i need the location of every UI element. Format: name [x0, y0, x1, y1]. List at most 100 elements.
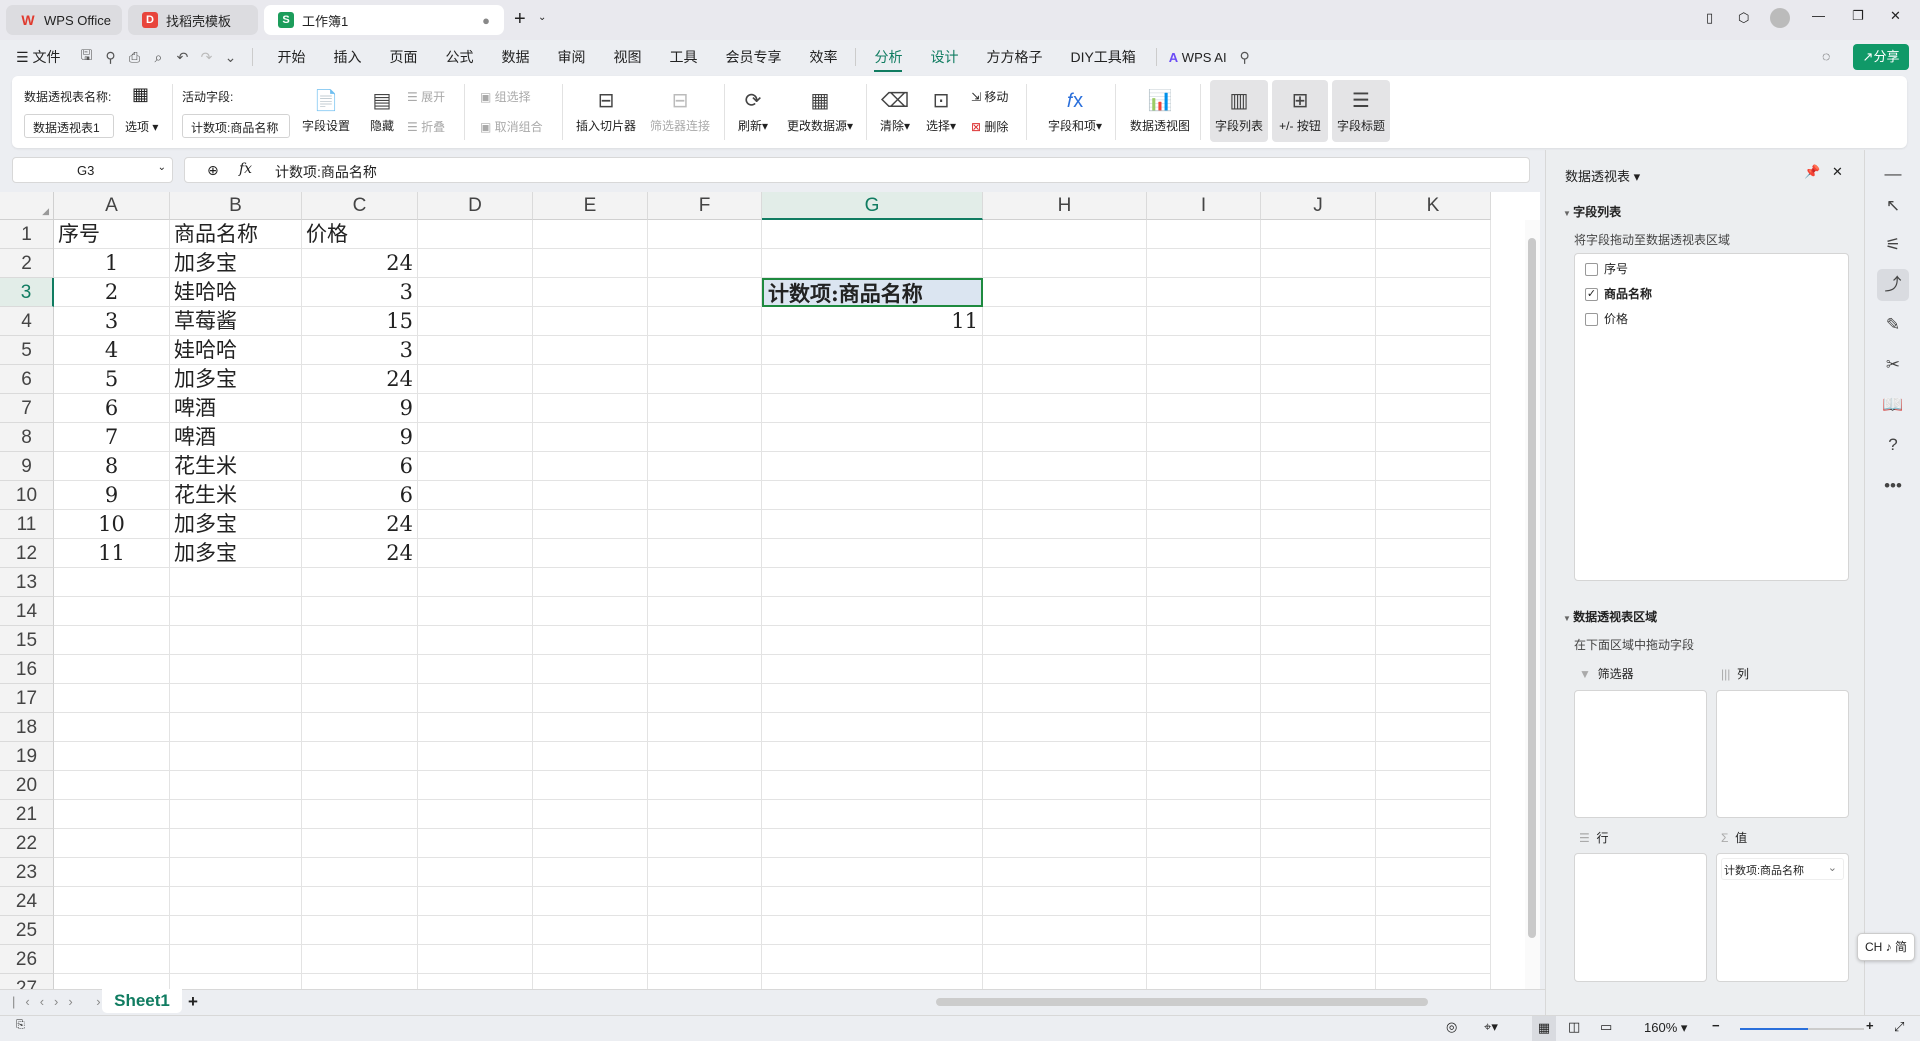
cell[interactable] — [1261, 336, 1376, 365]
cell[interactable] — [1261, 684, 1376, 713]
cell[interactable] — [1376, 771, 1491, 800]
cell[interactable] — [418, 539, 533, 568]
cell[interactable] — [762, 452, 983, 481]
cell[interactable] — [983, 887, 1147, 916]
row-header[interactable]: 25 — [0, 916, 54, 945]
cell[interactable] — [302, 713, 418, 742]
cell[interactable] — [1376, 539, 1491, 568]
cell[interactable] — [648, 626, 762, 655]
row-header[interactable]: 21 — [0, 800, 54, 829]
cell[interactable] — [648, 887, 762, 916]
cell[interactable] — [1261, 974, 1376, 989]
close-icon[interactable]: ✕ — [1832, 164, 1843, 180]
normal-view-icon[interactable]: ▦ — [1532, 1016, 1556, 1041]
cell[interactable] — [648, 684, 762, 713]
cell[interactable] — [648, 829, 762, 858]
cell[interactable] — [1376, 568, 1491, 597]
formula-input[interactable]: ⊕ fx 计数项:商品名称 — [184, 157, 1530, 183]
column-header-b[interactable]: B — [170, 192, 302, 220]
cell[interactable] — [648, 597, 762, 626]
cell[interactable] — [1147, 423, 1261, 452]
cell[interactable] — [54, 771, 170, 800]
cell[interactable] — [762, 481, 983, 510]
cell[interactable] — [1261, 945, 1376, 974]
cell[interactable] — [983, 713, 1147, 742]
cell[interactable] — [1147, 916, 1261, 945]
field-headers-button[interactable]: ☰ 字段标题 — [1332, 80, 1390, 142]
move-button[interactable]: ⇲ 移动 — [971, 88, 1008, 105]
delete-button[interactable]: ⊠ 删除 — [971, 118, 1008, 135]
cell[interactable] — [302, 829, 418, 858]
cell[interactable] — [648, 423, 762, 452]
cell[interactable] — [762, 423, 983, 452]
row-header[interactable]: 27 — [0, 974, 54, 989]
cell[interactable] — [1261, 220, 1376, 249]
cell[interactable] — [1376, 249, 1491, 278]
cell[interactable] — [1147, 655, 1261, 684]
cell[interactable] — [1147, 626, 1261, 655]
close-icon[interactable]: ✕ — [1890, 8, 1901, 24]
zoom-out-icon[interactable]: − — [1712, 1018, 1720, 1033]
cell[interactable] — [1261, 423, 1376, 452]
cell[interactable]: 娃哈哈 — [170, 278, 302, 307]
cell[interactable] — [533, 452, 648, 481]
chevron-down-icon[interactable]: ⌄ — [158, 162, 166, 173]
help-icon[interactable]: ? — [1877, 429, 1909, 461]
cell[interactable] — [1261, 800, 1376, 829]
cell[interactable] — [54, 655, 170, 684]
cell[interactable] — [1376, 597, 1491, 626]
cell[interactable] — [648, 945, 762, 974]
checkbox[interactable]: ✓ — [1585, 288, 1598, 302]
cell[interactable] — [1147, 742, 1261, 771]
book-search-icon[interactable]: 📖 — [1877, 389, 1909, 421]
menu-fangfanggezi[interactable]: 方方格子 — [972, 40, 1056, 74]
cell[interactable] — [648, 655, 762, 684]
new-tab-icon[interactable]: + — [514, 8, 526, 31]
cell[interactable] — [1261, 887, 1376, 916]
row-header[interactable]: 8 — [0, 423, 54, 452]
cell[interactable] — [648, 510, 762, 539]
cell[interactable] — [762, 539, 983, 568]
cell[interactable]: 加多宝 — [170, 539, 302, 568]
cell[interactable] — [533, 481, 648, 510]
ungroup-button[interactable]: ▣ 取消组合 — [480, 118, 543, 135]
cell[interactable] — [648, 742, 762, 771]
cell[interactable]: 24 — [302, 539, 418, 568]
value-field-chip[interactable]: 计数项:商品名称 ⌄ — [1721, 858, 1844, 880]
row-header[interactable]: 7 — [0, 394, 54, 423]
cell[interactable] — [983, 539, 1147, 568]
cell[interactable] — [983, 336, 1147, 365]
cell[interactable] — [1376, 684, 1491, 713]
cell[interactable] — [1147, 829, 1261, 858]
checkbox[interactable] — [1585, 313, 1598, 327]
cell[interactable] — [1261, 626, 1376, 655]
column-header-k[interactable]: K — [1376, 192, 1491, 220]
cell[interactable] — [418, 365, 533, 394]
cell[interactable] — [983, 684, 1147, 713]
cell[interactable] — [1261, 858, 1376, 887]
more-icon[interactable]: ••• — [1877, 470, 1909, 502]
save-icon[interactable]: 🖫 — [74, 45, 98, 69]
cell[interactable] — [983, 945, 1147, 974]
cell[interactable]: 啤酒 — [170, 394, 302, 423]
cell[interactable] — [302, 684, 418, 713]
row-header[interactable]: 3 — [0, 278, 54, 307]
cell[interactable] — [762, 568, 983, 597]
cell[interactable] — [1376, 626, 1491, 655]
cell[interactable] — [983, 220, 1147, 249]
cell[interactable] — [762, 800, 983, 829]
cell[interactable] — [1147, 684, 1261, 713]
share-button[interactable]: ↗分享 — [1853, 44, 1909, 70]
cell[interactable] — [533, 887, 648, 916]
focus-mode-icon[interactable]: ⌖▾ — [1484, 1019, 1498, 1035]
cell[interactable] — [648, 220, 762, 249]
cell[interactable] — [1147, 452, 1261, 481]
cell[interactable] — [762, 626, 983, 655]
cell[interactable]: 加多宝 — [170, 510, 302, 539]
cell[interactable] — [54, 829, 170, 858]
cell[interactable] — [1147, 510, 1261, 539]
cell[interactable] — [648, 336, 762, 365]
row-header[interactable]: 2 — [0, 249, 54, 278]
cell[interactable] — [1147, 771, 1261, 800]
cell[interactable] — [1376, 829, 1491, 858]
